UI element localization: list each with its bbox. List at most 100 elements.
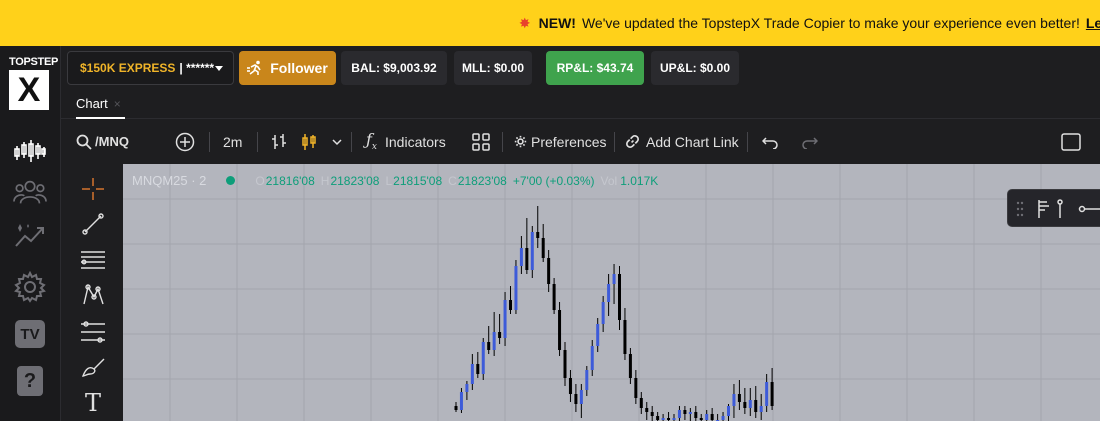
candle-body [754,400,758,412]
candle [530,226,534,278]
candle-body [509,300,512,310]
candle [470,354,474,390]
chart-canvas[interactable] [123,164,1100,421]
candle-body [699,418,703,420]
help-icon[interactable]: ? [13,364,47,398]
redo-button[interactable] [800,119,818,164]
candle [683,406,687,420]
legend-high-key: H [320,173,330,188]
toolbar-divider [614,132,615,152]
add-chart-link-button[interactable]: Add Chart Link [625,119,739,164]
candle [677,406,681,421]
candle-body [585,370,589,390]
chart-type-dropdown[interactable] [331,119,343,164]
candle-body [748,400,752,408]
candle-body [481,342,485,374]
crosshair-icon[interactable] [80,176,106,202]
tab-strip: Chart × [61,90,1100,119]
candle [574,384,578,412]
vertical-line-icon[interactable] [1055,199,1065,219]
candle-body [596,324,600,346]
follower-button[interactable]: Follower [239,51,336,85]
function-icon: ƒx [366,130,377,153]
candle-body [465,384,469,392]
horizontal-ray-icon[interactable] [1078,204,1100,214]
horizontal-lines-icon[interactable] [80,247,106,273]
candle [459,388,463,413]
candle [503,292,507,346]
link-icon [626,135,639,148]
account-masked-id: | ****** [179,61,215,75]
candle [645,402,649,420]
text-icon[interactable]: T [80,389,106,417]
floating-drawing-toolbar[interactable] [1007,189,1100,227]
legend-open-value: 21816'08 [265,173,315,188]
interval-button[interactable]: 2m [223,119,242,164]
candle-body [677,410,681,418]
announcement-banner[interactable]: ✸ NEW! We've updated the TopstepX Trade … [0,0,1100,46]
legend-low-key: L [385,173,393,188]
tv-icon[interactable]: TV [13,317,47,351]
undo-button[interactable] [762,119,780,164]
chart-candles-icon[interactable] [13,134,47,168]
fullscreen-icon [1061,132,1081,151]
plus-circle-icon [175,132,195,151]
candle-body [459,392,463,410]
candle [661,414,665,421]
candle-body [612,274,616,284]
preferences-button[interactable]: Preferences [514,119,606,164]
fullscreen-button[interactable] [1061,119,1081,164]
topstepx-logo[interactable]: TOPSTEP X [9,56,58,110]
add-symbol-button[interactable] [175,119,195,164]
drawing-tools-panel: T [61,164,123,421]
banner-content: ✸ NEW! We've updated the TopstepX Trade … [519,15,1100,32]
symbol-search[interactable]: /MNQ [76,119,129,164]
price-chart[interactable]: MNQM25 · 2 O 21816'08 H 21823'08 L 21815'08… [123,164,1100,421]
bar-chart-type-button[interactable] [270,119,288,164]
candle-body [498,332,502,338]
candle [476,352,480,378]
candle [519,236,523,274]
banner-learn-more-link[interactable]: Lea [1086,15,1100,31]
candle-body [558,310,562,350]
ohlc-bars-icon [272,133,286,149]
search-icon [76,134,92,150]
candle [732,384,736,418]
drag-handle-icon[interactable] [1016,201,1024,217]
candle-chart-type-button[interactable] [300,119,318,164]
legend-low-value: 21815'08 [393,173,443,188]
tab-chart[interactable]: Chart × [76,90,125,119]
close-icon[interactable]: × [114,97,121,111]
app-root: ✸ NEW! We've updated the TopstepX Trade … [0,0,1100,421]
pattern-icon[interactable] [80,282,106,308]
candle-body [656,416,660,420]
candle-body [563,350,567,378]
interval-label: 2m [223,133,243,150]
status-dot-icon [226,176,236,185]
trend-line-icon[interactable] [80,211,106,237]
candle [558,302,562,356]
account-selector[interactable]: $150K EXPRESS | ****** [67,51,234,85]
candle [607,274,611,316]
candle-body [672,418,676,420]
analytics-icon[interactable] [13,219,47,253]
legend-close-key: C [448,173,457,188]
users-icon[interactable] [13,175,47,209]
layout-button[interactable] [472,119,490,164]
candle-body [519,248,523,266]
legend-volume-key: Vol [600,173,618,188]
flag-marker-icon[interactable] [1036,199,1052,219]
candle-body [601,302,605,324]
candle [509,286,512,314]
upl-stat: UP&L: $0.00 [651,51,739,85]
brush-icon[interactable] [80,355,106,381]
candle [481,338,485,380]
toolbar-divider [209,132,210,152]
indicators-button[interactable]: ƒx Indicators [366,119,446,164]
legend-high-value: 21823'08 [330,173,380,188]
gear-icon[interactable] [13,270,47,304]
candle-body [759,406,763,412]
candle [525,218,529,274]
banner-new-label: NEW! [538,15,576,31]
fib-icon[interactable] [80,319,106,345]
